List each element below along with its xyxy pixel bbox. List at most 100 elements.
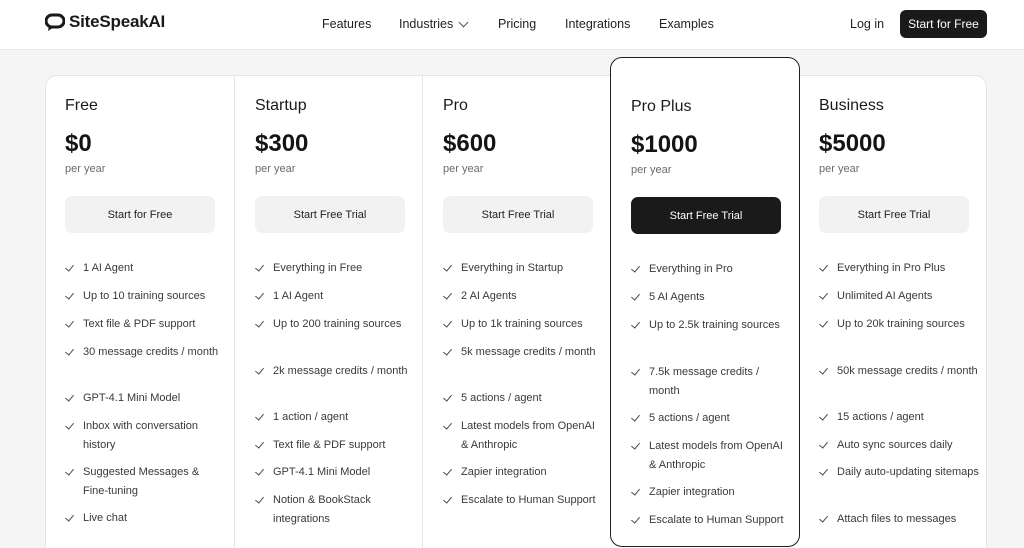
plan-cta-button[interactable]: Start Free Trial	[819, 196, 969, 233]
check-icon	[443, 343, 453, 361]
feature-item: 7.5k message credits / month	[631, 363, 791, 400]
check-icon	[65, 315, 75, 333]
check-icon	[255, 315, 265, 333]
check-icon	[819, 408, 829, 426]
feature-text: Auto sync sources daily	[837, 439, 953, 451]
plan-price: $1000	[631, 131, 698, 158]
nav-pricing[interactable]: Pricing	[498, 17, 536, 31]
feature-item: Everything in Startup	[443, 259, 603, 278]
feature-text: Attach files to messages	[837, 513, 957, 525]
feature-text: Everything in Startup	[461, 262, 564, 274]
check-icon	[631, 288, 641, 306]
nav-industries-label: Industries	[399, 17, 454, 31]
feature-item: 1 AI Agent	[255, 287, 415, 306]
feature-text: Everything in Free	[273, 262, 363, 274]
feature-item: Latest models from OpenAI & Anthropic	[631, 437, 791, 474]
plan-card-business: Business $5000 per year Start Free Trial Ev…	[799, 75, 987, 548]
feature-item: 2k message credits / month	[255, 362, 415, 381]
feature-text: 15 actions / agent	[837, 411, 924, 423]
check-icon	[443, 491, 453, 509]
plan-price: $300	[255, 130, 309, 157]
feature-text: 30 message credits / month	[83, 346, 219, 358]
feature-text: Latest models from OpenAI & Anthropic	[461, 420, 595, 451]
feature-text: 1 AI Agent	[273, 290, 324, 302]
feature-item: 50k message credits / month	[819, 362, 979, 381]
feature-item: 5 actions / agent	[443, 389, 603, 408]
check-icon	[255, 362, 265, 380]
feature-item: Notion & BookStack integrations	[255, 491, 415, 528]
plan-card-pro: Pro $600 per year Start Free Trial Everythi…	[422, 75, 610, 548]
feature-text: 1 AI Agent	[83, 262, 134, 274]
feature-item: Escalate to Human Support	[631, 511, 791, 530]
feature-text: 7.5k message credits / month	[649, 366, 760, 397]
check-icon	[443, 463, 453, 481]
feature-text: GPT-4.1 Mini Model	[83, 392, 181, 404]
feature-item: Attach files to messages	[819, 510, 979, 529]
feature-text: Inbox with conversation history	[83, 420, 198, 451]
feature-text: Everything in Pro	[649, 263, 733, 275]
plan-price: $5000	[819, 130, 886, 157]
top-navbar: SiteSpeakAI Features Industries Pricing …	[0, 0, 1024, 50]
check-icon	[819, 259, 829, 277]
plan-name: Business	[819, 97, 884, 114]
feature-item: 2 AI Agents	[443, 287, 603, 306]
check-icon	[819, 362, 829, 380]
feature-text: Suggested Messages & Fine-tuning	[83, 466, 200, 497]
check-icon	[819, 510, 829, 528]
feature-text: 5 AI Agents	[649, 291, 705, 303]
nav-examples[interactable]: Examples	[659, 17, 714, 31]
plan-cta-button[interactable]: Start Free Trial	[255, 196, 405, 233]
check-icon	[631, 483, 641, 501]
check-icon	[443, 287, 453, 305]
feature-text: Unlimited AI Agents	[837, 290, 933, 302]
plan-name: Pro	[443, 97, 468, 114]
feature-item: Escalate to Human Support	[443, 491, 603, 510]
feature-text: Daily auto-updating sitemaps	[837, 466, 979, 478]
nav-industries[interactable]: Industries	[399, 17, 469, 31]
plan-price: $600	[443, 130, 497, 157]
check-icon	[631, 511, 641, 529]
check-icon	[255, 259, 265, 277]
plan-price: $0	[65, 130, 92, 157]
feature-text: Notion & BookStack integrations	[273, 494, 371, 525]
plan-cta-button[interactable]: Start for Free	[65, 196, 215, 233]
feature-item: GPT-4.1 Mini Model	[255, 463, 415, 482]
check-icon	[443, 417, 453, 435]
plan-cta-button[interactable]: Start Free Trial	[443, 196, 593, 233]
feature-item: Up to 10 training sources	[65, 287, 225, 306]
check-icon	[631, 409, 641, 427]
check-icon	[65, 287, 75, 305]
plan-name: Startup	[255, 97, 307, 114]
check-icon	[443, 315, 453, 333]
check-icon	[65, 389, 75, 407]
feature-text: Text file & PDF support	[273, 439, 386, 451]
feature-item: 1 AI Agent	[65, 259, 225, 278]
feature-text: 2 AI Agents	[461, 290, 517, 302]
start-for-free-button[interactable]: Start for Free	[900, 10, 987, 38]
feature-item: Live chat	[65, 509, 225, 528]
plan-period: per year	[819, 163, 860, 175]
feature-item: Daily auto-updating sitemaps	[819, 463, 979, 482]
nav-features[interactable]: Features	[322, 17, 371, 31]
feature-text: Up to 1k training sources	[461, 318, 583, 330]
plan-card-pro-plus: Pro Plus $1000 per year Start Free Trial Ev…	[610, 57, 800, 547]
check-icon	[65, 343, 75, 361]
feature-item: 5 actions / agent	[631, 409, 791, 428]
check-icon	[255, 408, 265, 426]
feature-text: Up to 10 training sources	[83, 290, 206, 302]
login-link[interactable]: Log in	[850, 17, 884, 31]
check-icon	[65, 509, 75, 527]
check-icon	[631, 316, 641, 334]
plan-cta-button[interactable]: Start Free Trial	[631, 197, 781, 234]
nav-integrations[interactable]: Integrations	[565, 17, 630, 31]
check-icon	[65, 417, 75, 435]
feature-text: Escalate to Human Support	[649, 514, 784, 526]
feature-text: 5 actions / agent	[649, 412, 730, 424]
feature-text: GPT-4.1 Mini Model	[273, 466, 371, 478]
plan-period: per year	[631, 164, 672, 176]
check-icon	[631, 363, 641, 381]
check-icon	[65, 463, 75, 481]
feature-item: Unlimited AI Agents	[819, 287, 979, 306]
check-icon	[631, 260, 641, 278]
feature-item: Inbox with conversation history	[65, 417, 225, 454]
